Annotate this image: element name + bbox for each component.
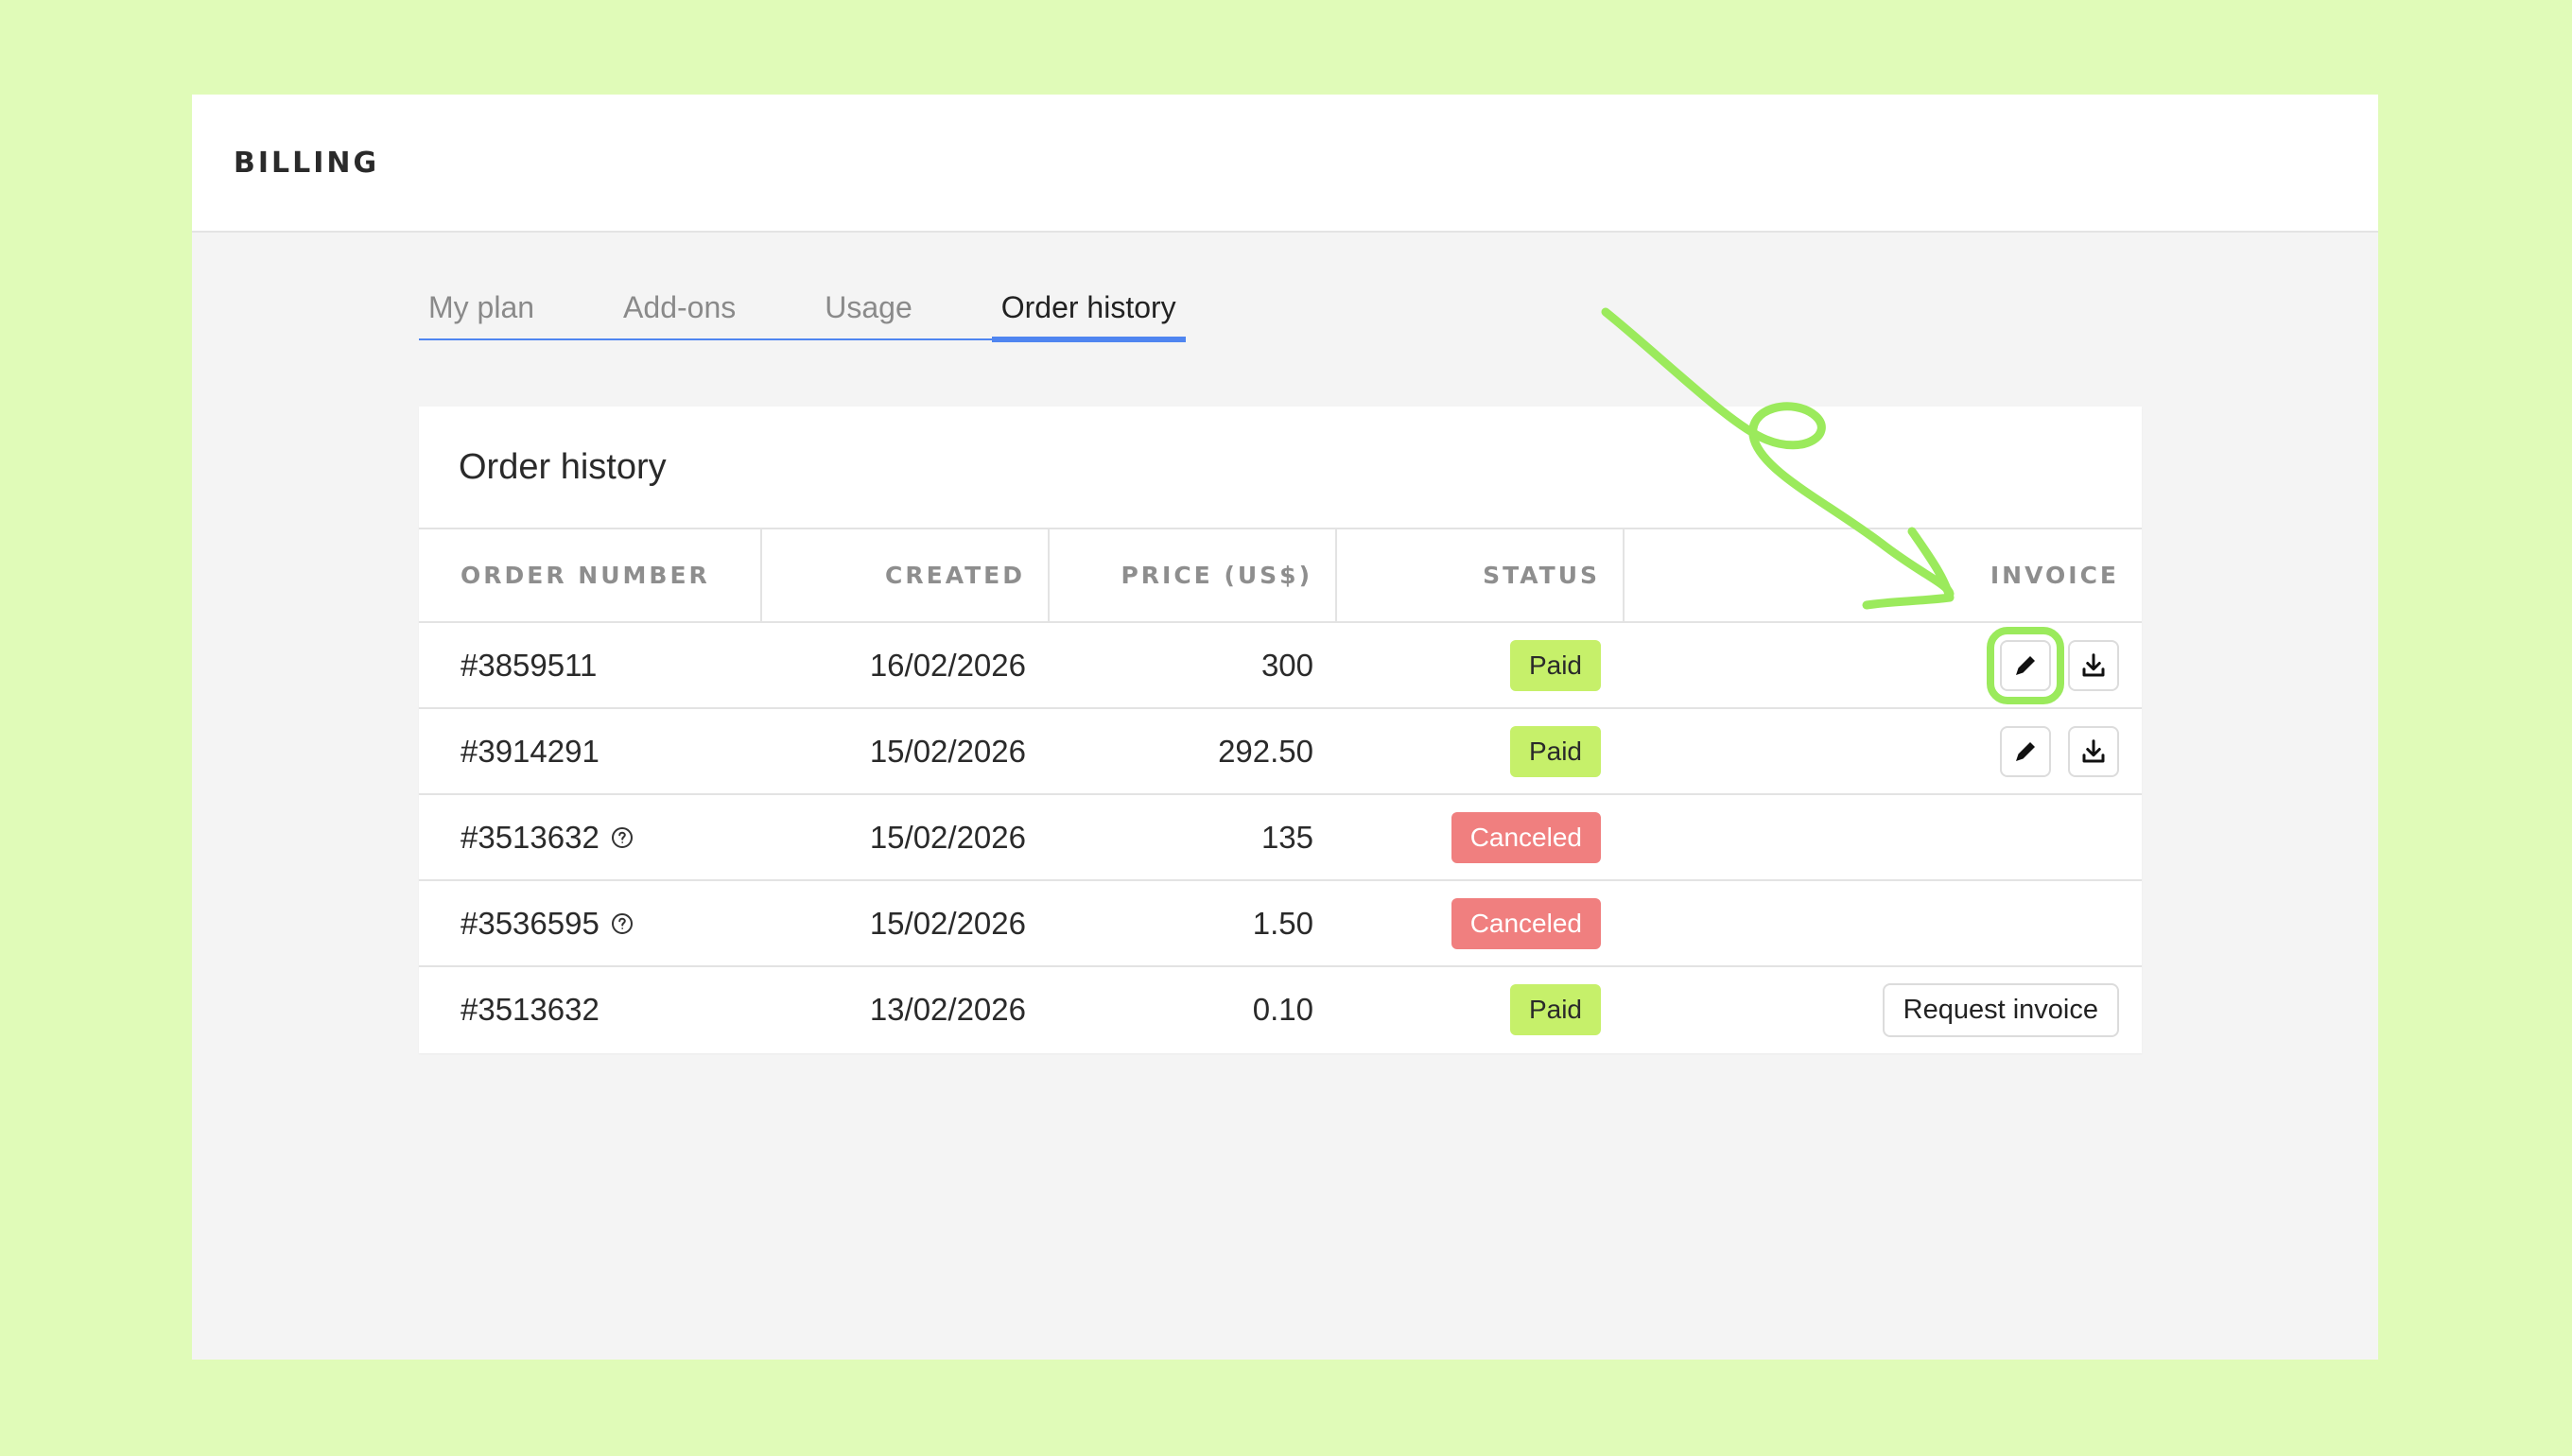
request-invoice-button[interactable]: Request invoice (1882, 982, 2119, 1037)
edit-invoice-button[interactable] (1987, 626, 2064, 704)
pencil-icon (2016, 655, 2035, 675)
app-header: BILLING (192, 95, 2378, 233)
status-cell: Canceled (1336, 880, 1624, 967)
order-number-cell: #3914291 (419, 708, 761, 795)
column-header-status: STATUS (1336, 529, 1625, 623)
status-badge: Canceled (1451, 897, 1601, 949)
order-number-cell: #3513632 (419, 794, 761, 881)
order-number: #3914291 (461, 733, 600, 769)
price-value: 1.50 (1049, 880, 1336, 967)
created-date: 13/02/2026 (869, 992, 1026, 1027)
billing-tabs: My plan Add-ons Usage Order history (419, 290, 1186, 342)
column-header-created: CREATED (761, 529, 1050, 623)
download-invoice-button[interactable] (2068, 725, 2119, 777)
invoice-cell: Request invoice (1624, 966, 2142, 1052)
order-number: #3513632 (461, 992, 600, 1027)
price-value: 0.10 (1252, 992, 1313, 1027)
table-row: #3914291 15/02/2026 292.50 Paid (419, 708, 2142, 795)
order-number: #3536595 (461, 905, 600, 941)
status-badge: Canceled (1451, 811, 1601, 863)
order-number: #3859511 (461, 647, 598, 683)
status-cell: Canceled (1336, 794, 1624, 881)
question-circle-icon[interactable] (611, 826, 634, 849)
table-row: #3513632 13/02/2026 0.10 Paid Request in… (419, 966, 2142, 1052)
download-icon (2082, 738, 2105, 762)
created-date: 15/02/2026 (761, 708, 1049, 795)
table-row: #3536595 15/02/2026 1.50 Canceled (419, 880, 2142, 967)
tab-my-plan[interactable]: My plan (419, 290, 544, 338)
created-date: 15/02/2026 (761, 880, 1049, 967)
created-date: 15/02/2026 (761, 794, 1049, 881)
pencil-icon (2016, 741, 2035, 761)
invoice-cell (1624, 794, 2142, 881)
order-history-card: Order history ORDER NUMBER CREATED PRICE… (419, 407, 2142, 1053)
order-number-cell: #3859511 (419, 622, 761, 709)
status-badge: Paid (1509, 639, 1601, 691)
column-header-order-number: ORDER NUMBER (419, 529, 762, 623)
billing-window: BILLING My plan Add-ons Usage Order hist… (192, 95, 2378, 1360)
status-badge: Paid (1509, 725, 1601, 777)
card-title: Order history (419, 407, 2142, 529)
table-header-row: ORDER NUMBER CREATED PRICE (US$) STATUS … (419, 529, 2142, 623)
question-circle-icon[interactable] (611, 912, 634, 935)
column-header-price: PRICE (US$) (1049, 529, 1337, 623)
invoice-cell (1624, 880, 2142, 967)
download-invoice-button[interactable] (2068, 639, 2119, 691)
created-date: 16/02/2026 (761, 622, 1049, 709)
table-row: #3513632 15/02/2026 135 Canceled (419, 794, 2142, 881)
status-cell: Paid (1336, 622, 1624, 709)
price-value: 300 (1049, 622, 1336, 709)
status-cell: Paid (1336, 708, 1624, 795)
price-value: 135 (1049, 794, 1336, 881)
order-history-table: ORDER NUMBER CREATED PRICE (US$) STATUS … (419, 529, 2142, 1052)
status-cell: Paid (1336, 966, 1624, 1052)
column-header-invoice: INVOICE (1624, 529, 2142, 623)
price-value: 292.50 (1049, 708, 1336, 795)
order-number: #3513632 (461, 819, 600, 855)
tab-usage[interactable]: Usage (815, 290, 922, 338)
order-number-cell: #3513632 (419, 966, 761, 1052)
status-badge: Paid (1509, 984, 1601, 1035)
table-row: #3859511 16/02/2026 300 Paid (419, 622, 2142, 709)
order-number-cell: #3536595 (419, 880, 761, 967)
page-title: BILLING (234, 146, 380, 180)
tab-add-ons[interactable]: Add-ons (614, 290, 745, 338)
edit-invoice-button[interactable] (2000, 725, 2051, 777)
tab-order-history[interactable]: Order history (991, 290, 1186, 342)
invoice-cell (1624, 622, 2142, 709)
download-icon (2082, 652, 2105, 676)
invoice-cell (1624, 708, 2142, 795)
